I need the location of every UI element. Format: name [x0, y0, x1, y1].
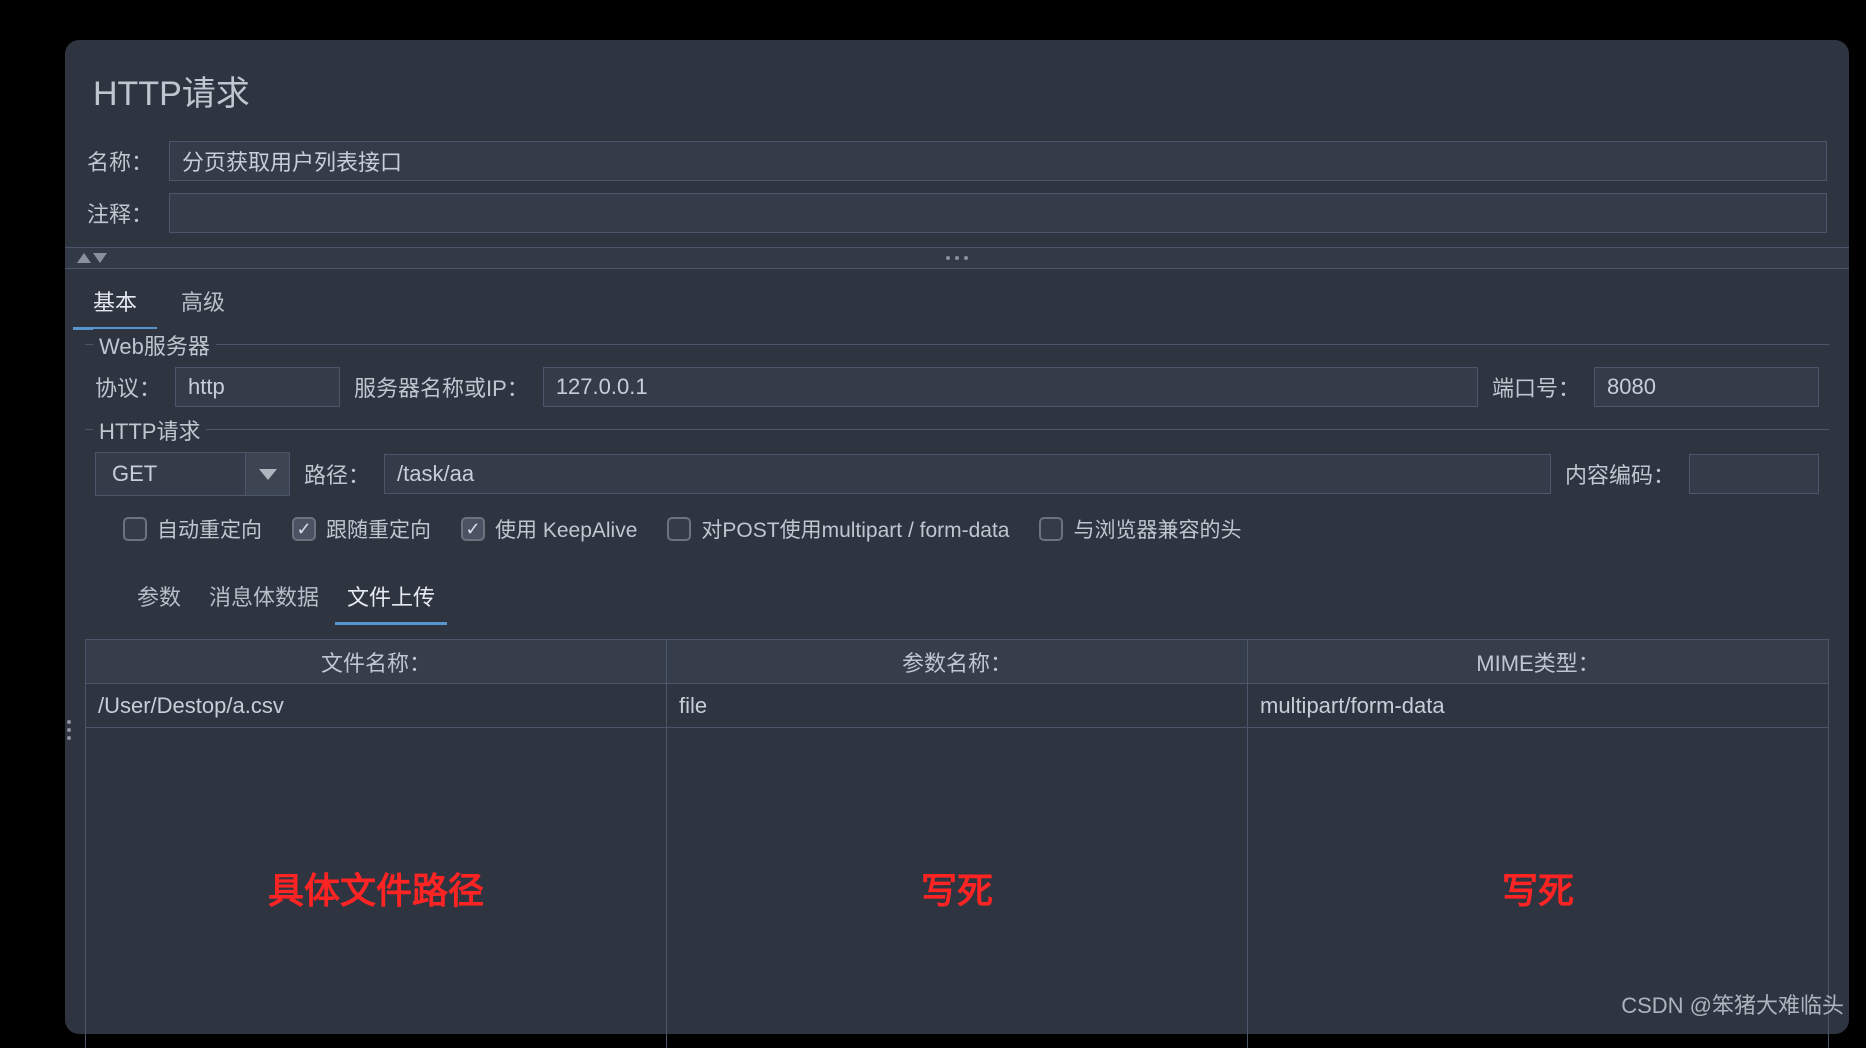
cell-param-name[interactable]: file	[667, 684, 1248, 727]
annotation-param: 写死	[921, 862, 993, 914]
main-tab-bar: 基本 高级	[65, 269, 1849, 330]
protocol-label: 协议：	[95, 371, 161, 403]
checkbox-box-icon	[461, 517, 485, 541]
table-col-2: 写死	[667, 728, 1248, 1048]
tab-params[interactable]: 参数	[125, 570, 193, 625]
annotation-mime: 写死	[1502, 862, 1574, 914]
split-divider[interactable]	[65, 247, 1849, 269]
name-label: 名称：	[87, 145, 157, 177]
comment-label: 注释：	[87, 197, 157, 229]
method-dropdown-button[interactable]	[245, 453, 289, 495]
cell-mime-type[interactable]: multipart/form-data	[1248, 684, 1828, 727]
table-body-area[interactable]: 具体文件路径 写死 写死	[86, 728, 1828, 1048]
tab-body-data[interactable]: 消息体数据	[197, 570, 331, 625]
checkbox-label: 跟随重定向	[326, 514, 431, 544]
encoding-label: 内容编码：	[1565, 458, 1675, 490]
server-label: 服务器名称或IP：	[354, 371, 529, 403]
checkbox-label: 对POST使用multipart / form-data	[701, 514, 1009, 544]
panel-title: HTTP请求	[65, 40, 1849, 137]
header-file-name[interactable]: 文件名称：	[86, 640, 667, 683]
web-server-group: Web服务器 协议： http 服务器名称或IP： 127.0.0.1 端口号：…	[85, 344, 1829, 415]
side-drag-handle-icon[interactable]	[67, 720, 71, 740]
checkbox-auto-redirect[interactable]: 自动重定向	[123, 514, 262, 544]
checkbox-box-icon	[1039, 517, 1063, 541]
tab-advanced[interactable]: 高级	[161, 275, 245, 330]
checkbox-keepalive[interactable]: 使用 KeepAlive	[461, 514, 637, 544]
inner-tab-bar: 参数 消息体数据 文件上传	[95, 544, 1819, 625]
chevron-down-icon	[259, 469, 277, 480]
protocol-input[interactable]: http	[175, 367, 340, 407]
annotation-file-path: 具体文件路径	[268, 862, 484, 914]
divider-arrows-icon	[77, 253, 107, 263]
comment-row: 注释：	[65, 189, 1849, 241]
cell-file-name[interactable]: /User/Destop/a.csv	[86, 684, 667, 727]
web-server-legend: Web服务器	[93, 329, 216, 361]
watermark-text: CSDN @笨猪大难临头	[1621, 988, 1844, 1020]
method-combo[interactable]: GET	[95, 452, 290, 496]
checkbox-label: 自动重定向	[157, 514, 262, 544]
server-input[interactable]: 127.0.0.1	[543, 367, 1478, 407]
checkbox-follow-redirect[interactable]: 跟随重定向	[292, 514, 431, 544]
checkbox-label: 使用 KeepAlive	[495, 514, 637, 544]
http-request-legend: HTTP请求	[93, 414, 206, 446]
method-value: GET	[96, 453, 245, 495]
path-label: 路径：	[304, 458, 370, 490]
encoding-input[interactable]	[1689, 454, 1819, 494]
port-label: 端口号：	[1492, 371, 1580, 403]
options-row: 自动重定向 跟随重定向 使用 KeepAlive 对POST使用multipar…	[95, 496, 1819, 544]
port-input[interactable]: 8080	[1594, 367, 1819, 407]
checkbox-multipart[interactable]: 对POST使用multipart / form-data	[667, 514, 1009, 544]
http-request-panel: HTTP请求 名称： 分页获取用户列表接口 注释： 基本 高级 Web服务器 协…	[65, 40, 1849, 1034]
checkbox-browser-compat[interactable]: 与浏览器兼容的头	[1039, 514, 1241, 544]
tab-file-upload[interactable]: 文件上传	[335, 570, 447, 625]
divider-dots-icon	[946, 256, 968, 260]
checkbox-box-icon	[123, 517, 147, 541]
header-param-name[interactable]: 参数名称：	[667, 640, 1248, 683]
http-request-group: HTTP请求 GET 路径： /task/aa 内容编码： 自动重定向 跟随重定…	[85, 429, 1829, 633]
checkbox-box-icon	[667, 517, 691, 541]
checkbox-label: 与浏览器兼容的头	[1073, 514, 1241, 544]
table-row[interactable]: /User/Destop/a.csv file multipart/form-d…	[86, 684, 1828, 728]
file-upload-table: 文件名称： 参数名称： MIME类型： /User/Destop/a.csv f…	[85, 639, 1829, 1048]
name-input[interactable]: 分页获取用户列表接口	[169, 141, 1827, 181]
table-header: 文件名称： 参数名称： MIME类型：	[86, 640, 1828, 684]
table-col-1: 具体文件路径	[86, 728, 667, 1048]
tab-basic[interactable]: 基本	[73, 275, 157, 330]
checkbox-box-icon	[292, 517, 316, 541]
path-input[interactable]: /task/aa	[384, 454, 1551, 494]
name-row: 名称： 分页获取用户列表接口	[65, 137, 1849, 189]
comment-input[interactable]	[169, 193, 1827, 233]
header-mime-type[interactable]: MIME类型：	[1248, 640, 1828, 683]
